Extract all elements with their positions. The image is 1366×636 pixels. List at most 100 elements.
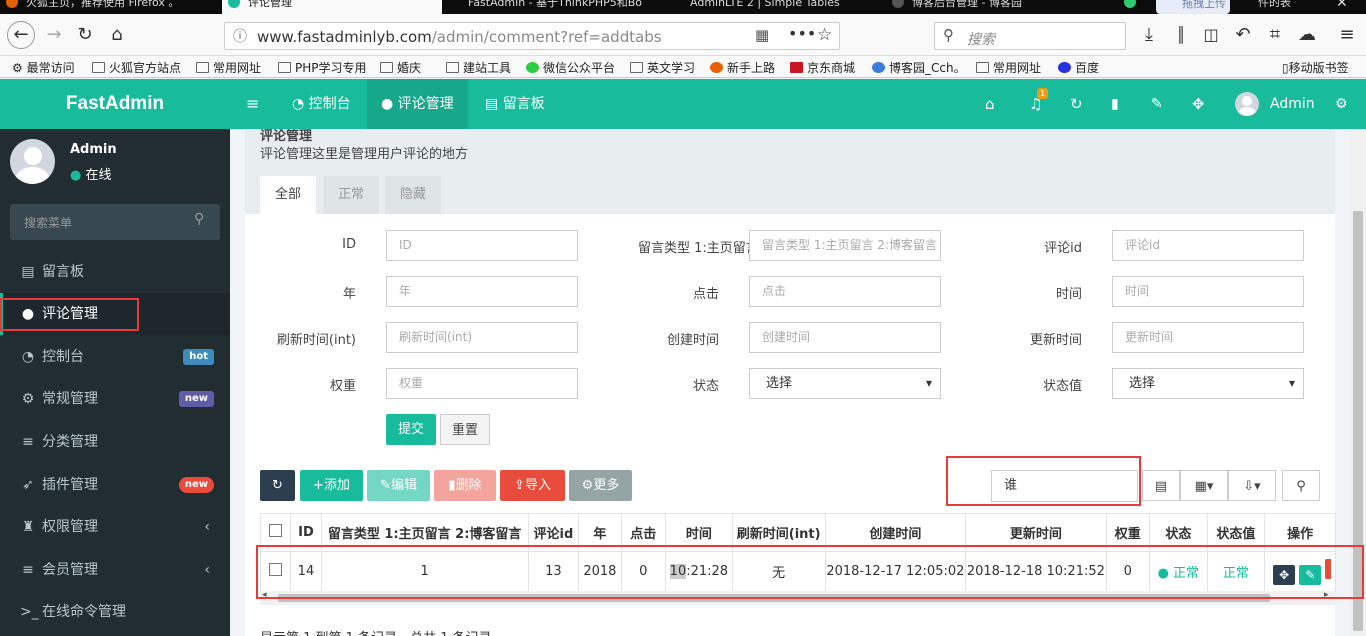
filter-id-input[interactable]: ID: [386, 230, 578, 261]
home-icon[interactable]: ⌂: [985, 79, 995, 129]
column-header[interactable]: 更新时间: [965, 513, 1107, 552]
filter-create-time-input[interactable]: 创建时间: [749, 322, 941, 353]
browser-tab[interactable]: 博客后台管理 - 博客园: [886, 0, 1118, 14]
columns-button[interactable]: ▦▾: [1180, 470, 1228, 501]
toggle-view-button[interactable]: ▤: [1142, 470, 1180, 501]
bookmark-item[interactable]: 英文学习: [630, 59, 695, 76]
library-icon[interactable]: ║: [1168, 22, 1194, 48]
cell-status-value[interactable]: 正常: [1206, 551, 1266, 592]
browser-search-input[interactable]: ⚲ 搜索: [934, 22, 1126, 50]
sidebar-toggle-icon[interactable]: ≡: [246, 79, 259, 129]
undo-icon[interactable]: ↶: [1230, 22, 1256, 48]
scrollbar-thumb[interactable]: [278, 594, 1270, 602]
browser-tab[interactable]: AdminLTE 2 | Simple Tables: [664, 0, 886, 14]
scroll-left-icon[interactable]: ◂: [262, 590, 267, 600]
refresh-button[interactable]: ↻: [260, 470, 295, 501]
topnav-tab-dashboard[interactable]: ◔ 控制台: [292, 79, 351, 129]
more-button[interactable]: ⚙更多: [569, 470, 632, 501]
sidebar-item-comments[interactable]: ● 评论管理: [0, 293, 230, 335]
bookmark-item[interactable]: 建站工具: [446, 59, 511, 76]
column-header[interactable]: 点击: [620, 513, 667, 552]
filter-refresh-time-input[interactable]: 刷新时间(int): [386, 322, 578, 353]
filter-clicks-input[interactable]: 点击: [749, 276, 941, 307]
tab-normal[interactable]: 正常: [323, 176, 380, 214]
sidebar-item-general[interactable]: ⚙ 常规管理 new: [0, 378, 230, 420]
reload-icon[interactable]: ↻: [72, 22, 98, 48]
filter-comment-id-input[interactable]: 评论id: [1112, 230, 1304, 261]
url-bar[interactable]: ⓘ www.fastadminlyb.com/admin/comment?ref…: [224, 22, 840, 50]
trash-icon[interactable]: ▮: [1111, 79, 1119, 129]
browser-tab[interactable]: 火狐主页，推荐使用 Firefox 。: [0, 0, 222, 14]
chat-icon[interactable]: ☁: [1294, 22, 1320, 48]
user-name[interactable]: Admin: [1270, 79, 1315, 129]
bookmark-item[interactable]: PHP学习专用: [278, 59, 367, 76]
column-header[interactable]: 创建时间: [824, 513, 967, 552]
scrollbar-thumb[interactable]: [1353, 211, 1363, 631]
reset-button[interactable]: 重置: [440, 414, 490, 445]
bookmark-item[interactable]: 常用网址: [976, 59, 1041, 76]
table-search-input[interactable]: 谁: [991, 470, 1138, 502]
back-icon[interactable]: ←: [7, 21, 35, 49]
submit-button[interactable]: 提交: [386, 414, 436, 445]
sidebar-item-message-board[interactable]: ▤ 留言板: [0, 251, 230, 293]
row-edit-button[interactable]: ✎: [1299, 564, 1322, 585]
menu-icon[interactable]: ≡: [1334, 22, 1360, 48]
column-header[interactable]: 年: [578, 513, 622, 552]
horizontal-scrollbar[interactable]: ◂ ▸: [260, 590, 1335, 605]
topnav-tab-messages[interactable]: ▤ 留言板: [485, 79, 545, 129]
export-button[interactable]: ⇩▾: [1228, 470, 1276, 501]
column-header[interactable]: 刷新时间(int): [731, 513, 826, 552]
bookmark-item[interactable]: 新手上路: [710, 59, 775, 76]
close-icon[interactable]: ✕: [1336, 0, 1348, 11]
browser-tab[interactable]: 件的表: [1230, 0, 1330, 14]
sidebar-search-input[interactable]: 搜索菜单 ⚲: [10, 204, 220, 240]
sidebar-item-auth[interactable]: ♜ 权限管理 ‹: [0, 506, 230, 548]
sidebar-item-users[interactable]: ≡ 会员管理 ‹: [0, 549, 230, 591]
drag-sort-button[interactable]: ✥: [1273, 564, 1296, 585]
column-header[interactable]: 时间: [665, 513, 733, 552]
column-header[interactable]: 权重: [1105, 513, 1151, 552]
row-checkbox[interactable]: [259, 551, 292, 592]
bookmark-item[interactable]: 博客园_Cch。: [872, 59, 966, 76]
import-button[interactable]: ⇪导入: [500, 470, 565, 501]
add-button[interactable]: +添加: [300, 470, 363, 501]
tab-all[interactable]: 全部: [260, 176, 317, 214]
more-actions-icon[interactable]: •••: [788, 24, 816, 43]
sidebar-icon[interactable]: ◫: [1198, 22, 1224, 48]
search-icon[interactable]: ⚲: [194, 211, 204, 227]
bookmark-item[interactable]: 婚庆: [380, 59, 421, 76]
settings-icon[interactable]: ⚙: [1335, 79, 1348, 129]
select-all-checkbox[interactable]: [259, 513, 292, 552]
sidebar-item-command[interactable]: >_ 在线命令管理: [0, 591, 230, 633]
filter-weight-input[interactable]: 权重: [386, 368, 578, 399]
filter-year-input[interactable]: 年: [386, 276, 578, 307]
home-icon[interactable]: ⌂: [104, 22, 130, 48]
language-icon[interactable]: ✎: [1151, 79, 1163, 129]
search-button[interactable]: ⚲: [1282, 470, 1320, 501]
column-header[interactable]: 状态: [1149, 513, 1208, 552]
edit-button[interactable]: ✎编辑: [367, 470, 430, 501]
filter-type-input[interactable]: 留言类型 1:主页留言 2:博客留言: [749, 230, 941, 261]
crop-icon[interactable]: ⌗: [1262, 22, 1288, 48]
browser-tab[interactable]: [1118, 0, 1158, 14]
avatar[interactable]: [1235, 92, 1259, 116]
column-header[interactable]: 评论id: [527, 513, 580, 552]
vertical-scrollbar[interactable]: [1350, 129, 1366, 636]
tab-hidden[interactable]: 隐藏: [385, 176, 442, 214]
sidebar-item-category[interactable]: ≡ 分类管理: [0, 421, 230, 463]
app-logo[interactable]: FastAdmin: [0, 79, 230, 129]
delete-button[interactable]: ▮删除: [434, 470, 496, 501]
bell-icon[interactable]: ♫ 1: [1029, 79, 1049, 129]
bookmark-item[interactable]: 常用网址: [196, 59, 261, 76]
bookmark-item[interactable]: 百度: [1058, 59, 1099, 76]
filter-update-time-input[interactable]: 更新时间: [1112, 322, 1304, 353]
bookmark-star-icon[interactable]: ☆: [817, 25, 832, 45]
sidebar-item-addons[interactable]: ➶ 插件管理 new: [0, 464, 230, 506]
browser-tab[interactable]: FastAdmin - 基于ThinkPHP5和Bo: [442, 0, 664, 14]
browser-tab-active[interactable]: 评论管理: [222, 0, 442, 14]
bookmark-item[interactable]: 微信公众平台: [526, 59, 615, 76]
bookmark-item[interactable]: 京东商城: [790, 59, 855, 76]
qr-code-icon[interactable]: ▦: [755, 26, 769, 44]
drag-upload-tab[interactable]: 拖拽上传: [1156, 0, 1230, 14]
mobile-bookmarks[interactable]: ▯移动版书签: [1282, 59, 1349, 76]
